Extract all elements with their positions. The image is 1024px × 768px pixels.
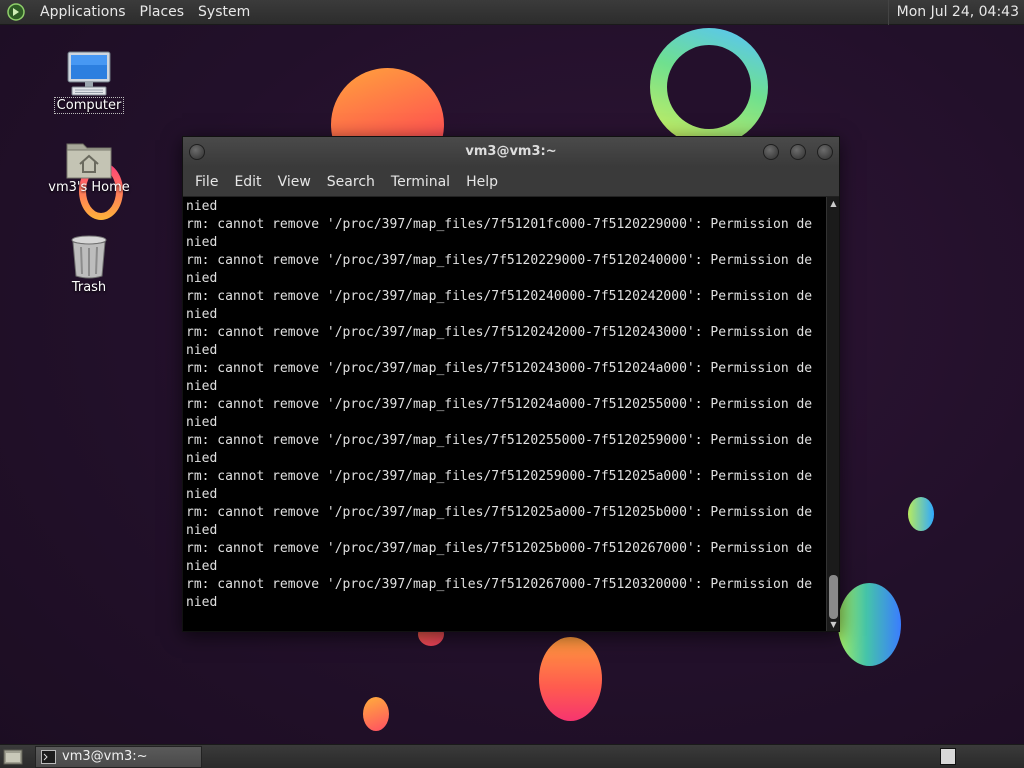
menu-help[interactable]: Help <box>458 167 506 197</box>
terminal-window[interactable]: vm3@vm3:~ File Edit View Search Terminal… <box>182 136 840 632</box>
home-folder-icon <box>66 143 112 179</box>
terminal-line: rm: cannot remove '/proc/397/map_files/7… <box>186 397 813 412</box>
terminal-line: rm: cannot remove '/proc/397/map_files/7… <box>186 325 813 340</box>
terminal-line: rm: cannot remove '/proc/397/map_files/7… <box>186 541 813 556</box>
trash-icon <box>71 235 107 279</box>
desktop-icon-trash[interactable]: Trash <box>44 228 134 295</box>
terminal-line: rm: cannot remove '/proc/397/map_files/7… <box>186 469 813 484</box>
terminal-icon <box>41 750 56 764</box>
top-panel: Applications Places System Mon Jul 24, 0… <box>0 0 1024 25</box>
window-title: vm3@vm3:~ <box>465 144 557 159</box>
applications-menu[interactable]: Applications <box>33 0 133 25</box>
distro-logo-icon[interactable] <box>5 1 27 23</box>
window-titlebar[interactable]: vm3@vm3:~ <box>183 137 839 167</box>
taskbar-item-terminal[interactable]: vm3@vm3:~ <box>35 746 202 768</box>
desktop-icon-computer[interactable]: Computer <box>44 46 134 114</box>
wallpaper-small-orange-circle <box>363 697 389 731</box>
wallpaper-pink-orange-circle <box>539 637 602 721</box>
computer-icon <box>67 51 111 96</box>
places-menu[interactable]: Places <box>133 0 192 25</box>
terminal-line: rm: cannot remove '/proc/397/map_files/7… <box>186 361 813 376</box>
terminal-line: nied <box>186 451 218 466</box>
terminal-line: rm: cannot remove '/proc/397/map_files/7… <box>186 253 813 268</box>
terminal-line: nied <box>186 523 218 538</box>
terminal-menubar: File Edit View Search Terminal Help <box>183 167 839 197</box>
scrollbar-thumb[interactable] <box>829 575 838 619</box>
window-menu-button[interactable] <box>189 144 205 160</box>
terminal-line: nied <box>186 307 218 322</box>
terminal-line: rm: cannot remove '/proc/397/map_files/7… <box>186 577 813 592</box>
menu-edit[interactable]: Edit <box>226 167 269 197</box>
terminal-line: rm: cannot remove '/proc/397/map_files/7… <box>186 433 813 448</box>
terminal-output[interactable]: nied rm: cannot remove '/proc/397/map_fil… <box>183 197 827 631</box>
wallpaper-green-blue-circle <box>838 583 901 666</box>
terminal-line: rm: cannot remove '/proc/397/map_files/7… <box>186 505 813 520</box>
desktop-icon-home[interactable]: vm3's Home <box>44 128 134 195</box>
wallpaper-small-green-circle <box>908 497 934 531</box>
scroll-up-arrow-icon[interactable]: ▲ <box>828 198 839 209</box>
taskbar-item-label: vm3@vm3:~ <box>62 749 148 764</box>
terminal-line: rm: cannot remove '/proc/397/map_files/7… <box>186 289 813 304</box>
terminal-line: nied <box>186 379 218 394</box>
terminal-line: nied <box>186 487 218 502</box>
menu-terminal[interactable]: Terminal <box>383 167 458 197</box>
menu-file[interactable]: File <box>187 167 226 197</box>
menu-view[interactable]: View <box>270 167 319 197</box>
terminal-line: nied <box>186 271 218 286</box>
bottom-panel: vm3@vm3:~ <box>0 744 1024 768</box>
minimize-button[interactable] <box>763 144 779 160</box>
scroll-down-arrow-icon[interactable]: ▼ <box>828 619 839 630</box>
terminal-line: nied <box>186 235 218 250</box>
system-menu[interactable]: System <box>191 0 257 25</box>
terminal-line: nied <box>186 343 218 358</box>
terminal-line: rm: cannot remove '/proc/397/map_files/7… <box>186 217 813 232</box>
desktop-icon-label: vm3's Home <box>48 180 130 195</box>
maximize-button[interactable] <box>790 144 806 160</box>
terminal-line: nied <box>186 415 218 430</box>
menu-search[interactable]: Search <box>319 167 383 197</box>
terminal-text: nied rm: cannot remove '/proc/397/map_fil… <box>183 197 827 612</box>
terminal-line: nied <box>186 559 218 574</box>
terminal-scrollbar[interactable]: ▲ ▼ <box>826 197 839 631</box>
show-desktop-icon[interactable] <box>3 748 23 766</box>
desktop-icon-label: Trash <box>71 280 107 295</box>
desktop-icon-label: Computer <box>53 97 125 114</box>
terminal-line: nied <box>186 595 218 610</box>
close-button[interactable] <box>817 144 833 160</box>
terminal-line: nied <box>186 199 218 214</box>
wallpaper-green-ring <box>650 28 768 146</box>
workspace-switcher[interactable] <box>940 748 956 765</box>
clock[interactable]: Mon Jul 24, 04:43 <box>887 0 1019 25</box>
